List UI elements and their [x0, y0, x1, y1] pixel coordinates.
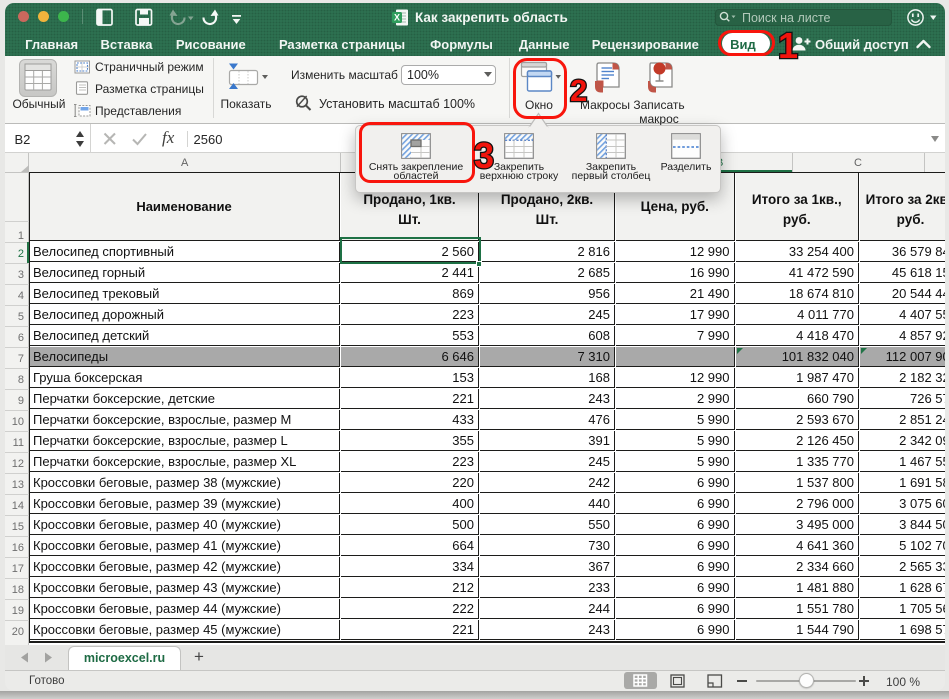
svg-text:X: X: [394, 13, 400, 23]
